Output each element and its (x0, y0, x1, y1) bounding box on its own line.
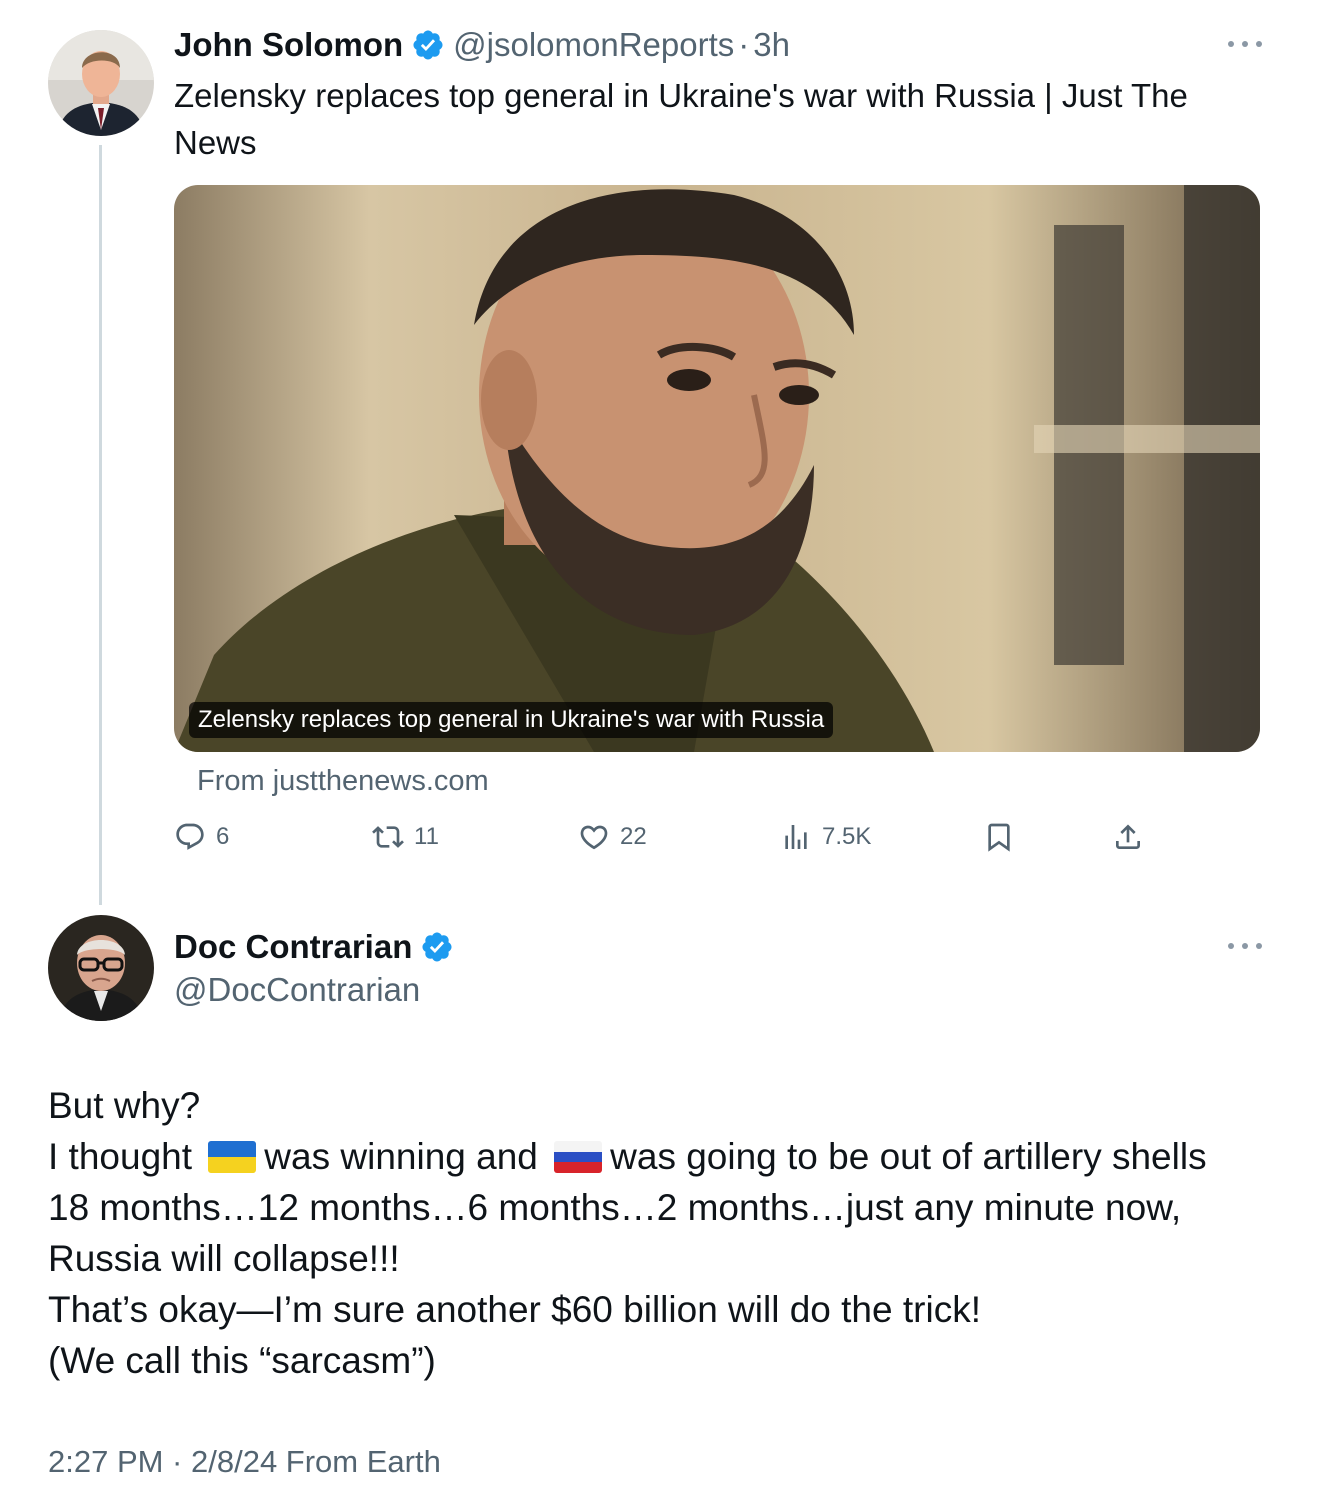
timestamp[interactable]: 3h (753, 25, 790, 65)
thread-line (99, 145, 102, 905)
views-count: 7.5K (822, 823, 872, 850)
views-button[interactable]: 7.5K (780, 815, 871, 859)
reply-count: 6 (216, 823, 230, 850)
more-icon[interactable] (1228, 943, 1262, 953)
avatar-doc-contrarian[interactable] (48, 915, 154, 1021)
verified-badge-icon (420, 930, 454, 964)
text-line: But why? (48, 1085, 201, 1126)
russia-flag-icon (554, 1141, 603, 1173)
like-count: 22 (620, 823, 647, 850)
bookmark-button[interactable] (983, 815, 1015, 859)
text-segment: was going to be out of artillery shells (610, 1136, 1207, 1177)
tweet2-handle-row: @DocContrarian (174, 970, 420, 1010)
separator-dot: · (738, 26, 750, 63)
repost-count: 11 (414, 823, 439, 850)
ukraine-flag-icon (208, 1141, 257, 1173)
text-line-with-flags: I thought was winning and was going to b… (48, 1131, 1288, 1182)
text-segment: was winning and (264, 1136, 538, 1177)
card-source[interactable]: From justthenews.com (197, 761, 489, 801)
verified-badge-icon (411, 28, 445, 62)
author-name[interactable]: John Solomon (174, 25, 403, 65)
repost-icon (372, 826, 404, 848)
like-button[interactable]: 22 (578, 815, 647, 859)
avatar-john-solomon[interactable] (48, 30, 154, 136)
author-handle[interactable]: @DocContrarian (174, 970, 420, 1010)
text-line: (We call this “sarcasm”) (48, 1340, 436, 1381)
bookmark-icon (988, 823, 1010, 852)
share-icon (1116, 824, 1140, 849)
author-handle[interactable]: @jsolomonReports (453, 25, 734, 65)
views-icon (785, 825, 807, 849)
repost-button[interactable]: 11 (372, 815, 439, 859)
tweet1-text: Zelensky replaces top general in Ukraine… (174, 77, 1188, 161)
author-name[interactable]: Doc Contrarian (174, 927, 412, 967)
link-card[interactable]: Zelensky replaces top general in Ukraine… (174, 185, 1260, 752)
text-line: 18 months…12 months…6 months…2 months…ju… (48, 1187, 1182, 1228)
tweet1-header: John Solomon @jsolomonReports · 3h (174, 25, 790, 65)
text-line: Russia will collapse!!! (48, 1238, 400, 1279)
tweet2-header: Doc Contrarian (174, 927, 462, 967)
like-icon (580, 825, 608, 850)
share-button[interactable] (1112, 815, 1144, 859)
reply-icon (176, 823, 204, 850)
tweet2-text: But why? I thought was winning and was g… (48, 1080, 1288, 1386)
card-image (174, 185, 1260, 752)
card-caption: Zelensky replaces top general in Ukraine… (189, 702, 834, 738)
text-segment: I thought (48, 1136, 193, 1177)
tweet2-timestamp[interactable]: 2:27 PM · 2/8/24 From Earth (48, 1440, 441, 1484)
reply-button[interactable]: 6 (174, 815, 229, 859)
more-icon[interactable] (1228, 41, 1262, 51)
text-line: That’s okay—I’m sure another $60 billion… (48, 1289, 981, 1330)
